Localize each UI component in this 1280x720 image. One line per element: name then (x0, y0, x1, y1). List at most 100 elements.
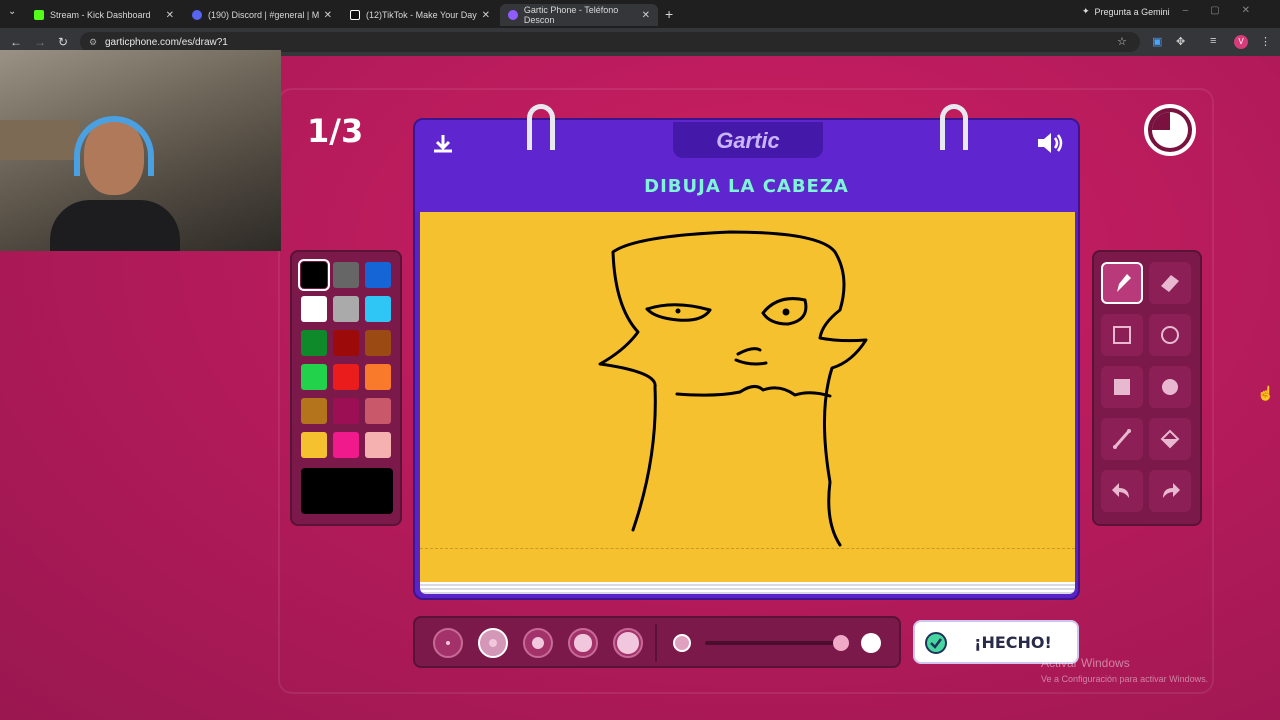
board-header: Gartic DIBUJA LA CABEZA (415, 120, 1078, 212)
color-swatch[interactable] (333, 330, 359, 356)
undo-tool-button[interactable] (1101, 470, 1143, 512)
current-color-preview (301, 468, 393, 514)
browser-tab-bar: ⌄ Stream - Kick Dashboard ✕ (190) Discor… (0, 0, 1280, 28)
color-swatch[interactable] (301, 432, 327, 458)
brush-size-button[interactable] (613, 628, 643, 658)
tab-gartic[interactable]: Gartic Phone - Teléfono Descon ✕ (500, 4, 658, 26)
new-tab-button[interactable]: + (665, 6, 673, 22)
tab-title: (12)TikTok - Make Your Day (366, 10, 477, 20)
color-swatch[interactable] (365, 432, 391, 458)
reload-icon[interactable]: ↻ (58, 35, 68, 49)
filled-rectangle-tool-button[interactable] (1101, 366, 1143, 408)
brush-dot-icon (531, 636, 545, 650)
binder-ring (527, 104, 555, 150)
rectangle-tool-button[interactable] (1101, 314, 1143, 356)
tab-kick[interactable]: Stream - Kick Dashboard ✕ (26, 4, 182, 26)
color-swatch[interactable] (333, 296, 359, 322)
color-swatch[interactable] (333, 262, 359, 288)
gartic-logo: Gartic (716, 128, 780, 153)
close-icon[interactable]: ✕ (642, 10, 650, 21)
undo-icon (1112, 483, 1129, 498)
menu-icon[interactable]: ⋮ (1260, 35, 1271, 48)
color-swatch[interactable] (301, 398, 327, 424)
windows-watermark-subtitle: Ve a Configuración para activar Windows. (1041, 674, 1209, 684)
redo-tool-button[interactable] (1149, 470, 1191, 512)
kick-icon (34, 10, 44, 20)
brush-size-button[interactable] (523, 628, 553, 658)
filled-rectangle-icon (1114, 379, 1130, 395)
binder-ring (940, 104, 968, 150)
forward-icon[interactable]: → (34, 35, 46, 49)
brush-size-button[interactable] (568, 628, 598, 658)
brush-size-bar (413, 616, 901, 668)
color-swatch[interactable] (365, 296, 391, 322)
color-swatch[interactable] (365, 398, 391, 424)
color-swatch[interactable] (333, 398, 359, 424)
color-swatch[interactable] (365, 330, 391, 356)
site-info-icon[interactable]: ⚙ (89, 37, 97, 48)
url-field[interactable]: ⚙ garticphone.com/es/draw?1 (80, 32, 1140, 52)
drawing-canvas[interactable] (420, 212, 1075, 582)
close-icon[interactable]: ✕ (166, 10, 174, 21)
close-icon[interactable]: ✕ (324, 10, 332, 21)
ellipse-tool-button[interactable] (1149, 314, 1191, 356)
tab-tiktok[interactable]: (12)TikTok - Make Your Day ✕ (342, 4, 498, 26)
eraser-tool-button[interactable] (1149, 262, 1191, 304)
brush-dot-icon (446, 641, 450, 645)
download-icon[interactable] (431, 132, 455, 156)
filled-ellipse-tool-button[interactable] (1149, 366, 1191, 408)
sound-icon[interactable] (1035, 130, 1065, 156)
gemini-icon: ✦ (1082, 6, 1090, 16)
color-swatch[interactable] (333, 432, 359, 458)
opacity-low-icon[interactable] (673, 634, 691, 652)
close-icon[interactable]: ✕ (482, 10, 490, 21)
webcam-overlay (0, 50, 281, 251)
opacity-slider-handle[interactable] (833, 635, 849, 651)
window-controls[interactable]: –▢✕ (1183, 5, 1272, 16)
drawing-prompt: DIBUJA LA CABEZA (644, 176, 849, 197)
pencil-tool-button[interactable] (1101, 262, 1143, 304)
line-tool-button[interactable] (1101, 418, 1143, 460)
tab-discord[interactable]: (190) Discord | #general | M ✕ (184, 4, 340, 26)
brush-dot-icon (617, 632, 639, 654)
color-swatch[interactable] (301, 330, 327, 356)
color-swatch[interactable] (301, 296, 327, 322)
tab-search-icon[interactable]: ⌄ (8, 6, 16, 17)
fill-bucket-tool-button[interactable] (1149, 418, 1191, 460)
brush-dot-icon (574, 634, 592, 652)
color-swatch[interactable] (298, 259, 330, 291)
gemini-label: Pregunta a Gemini (1094, 6, 1170, 17)
check-icon (925, 632, 947, 654)
round-counter: 1/3 (307, 112, 364, 150)
color-swatch[interactable] (365, 262, 391, 288)
extensions-puzzle-icon[interactable]: ✥ (1176, 35, 1185, 48)
tab-title: Stream - Kick Dashboard (50, 10, 151, 20)
filled-ellipse-icon (1162, 379, 1178, 395)
color-swatch[interactable] (301, 364, 327, 390)
opacity-high-icon[interactable] (861, 633, 881, 653)
reading-list-icon[interactable]: ≡ (1210, 35, 1216, 47)
profile-avatar[interactable]: V (1234, 35, 1248, 49)
gemini-button[interactable]: ✦ Pregunta a Gemini (1082, 6, 1170, 17)
extension-icon[interactable]: ▣ (1152, 35, 1162, 48)
drawing-board: Gartic DIBUJA LA CABEZA (413, 104, 1080, 600)
back-icon[interactable]: ← (10, 35, 22, 49)
headset-icon (74, 116, 154, 176)
opacity-slider[interactable] (705, 641, 845, 645)
line-icon (1113, 429, 1131, 449)
tab-title: Gartic Phone - Teléfono Descon (523, 5, 619, 25)
head-drawing (598, 230, 868, 547)
eraser-icon (1161, 275, 1179, 292)
color-swatch[interactable] (333, 364, 359, 390)
brush-size-button[interactable] (478, 628, 508, 658)
tiktok-icon (350, 10, 360, 20)
mouse-cursor-icon: ☝ (1257, 385, 1275, 401)
bookmark-star-icon[interactable]: ☆ (1117, 35, 1127, 48)
tab-title: (190) Discord | #general | M (208, 10, 320, 20)
windows-watermark-title: Activar Windows (1041, 656, 1130, 670)
rectangle-icon (1113, 326, 1131, 344)
done-label: ¡HECHO! (974, 633, 1052, 652)
brush-size-button[interactable] (433, 628, 463, 658)
color-swatch[interactable] (365, 364, 391, 390)
fill-bucket-icon (1160, 429, 1180, 449)
